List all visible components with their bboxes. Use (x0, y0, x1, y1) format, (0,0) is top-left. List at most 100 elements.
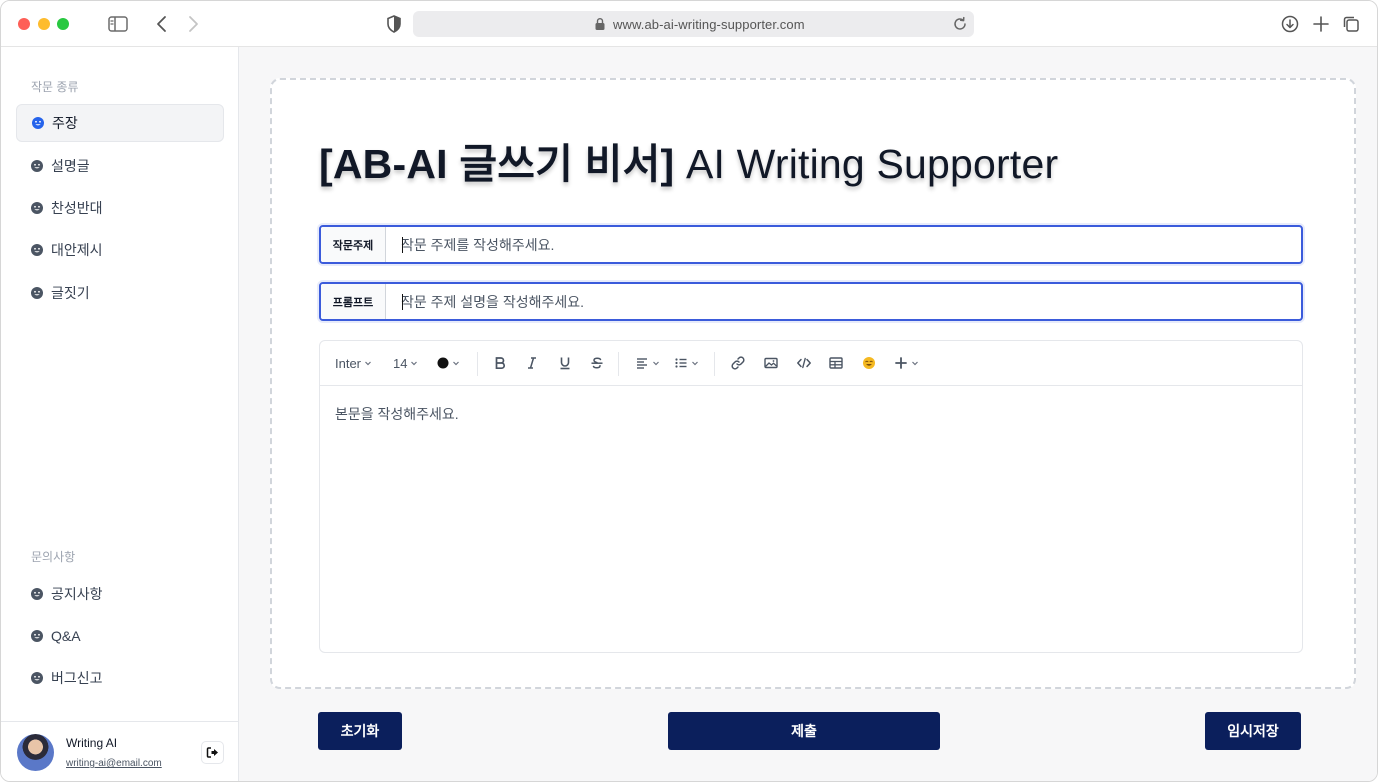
smiley-icon (31, 672, 43, 684)
sidebar-item-label: 공지사항 (51, 586, 103, 602)
lock-icon (595, 18, 605, 30)
profile-email[interactable]: writing-ai@email.com (66, 758, 162, 769)
privacy-shield-icon[interactable] (383, 13, 405, 35)
chevron-down-icon (365, 361, 371, 366)
chevron-down-icon (692, 361, 698, 366)
italic-button[interactable] (524, 353, 540, 373)
reload-icon[interactable] (950, 14, 970, 34)
emoji-icon (863, 357, 875, 369)
back-arrow-icon[interactable] (151, 13, 173, 35)
sidebar: 작문 종류 주장 설명글 찬성반대 대안제시 글짓기 문의사항 공지사항 Q&A… (1, 47, 239, 781)
section-label-writing-types: 작문 종류 (31, 80, 79, 94)
toolbar-divider (714, 352, 715, 376)
sidebar-item-argument[interactable]: 주장 (16, 104, 224, 142)
topic-label: 작문주제 (321, 227, 386, 262)
toolbar-divider (477, 352, 478, 376)
sidebar-item-explanation[interactable]: 설명글 (16, 147, 224, 185)
maximize-window-button[interactable] (57, 18, 69, 30)
sidebar-item-label: 설명글 (51, 158, 90, 174)
bold-icon (495, 357, 505, 370)
italic-icon (528, 357, 536, 369)
chevron-down-icon (653, 361, 659, 366)
prompt-input[interactable] (386, 284, 1301, 319)
smiley-icon (31, 244, 43, 256)
minimize-window-button[interactable] (38, 18, 50, 30)
tab-overview-icon[interactable] (1340, 13, 1362, 35)
avatar (17, 734, 54, 771)
address-bar[interactable]: www.ab-ai-writing-supporter.com (413, 11, 974, 37)
sidebar-toggle-icon[interactable] (107, 13, 129, 35)
strikethrough-button[interactable] (589, 353, 605, 373)
sidebar-item-label: Q&A (51, 628, 81, 644)
logout-button[interactable] (201, 741, 224, 764)
smiley-icon (31, 588, 43, 600)
rich-text-editor: Inter 14 본문을 작성해주세요. (319, 340, 1303, 653)
smiley-icon (32, 117, 44, 129)
url-text: www.ab-ai-writing-supporter.com (613, 17, 805, 32)
insert-link-button[interactable] (730, 353, 746, 373)
color-dot-icon (437, 357, 449, 369)
save-draft-button[interactable]: 임시저장 (1205, 712, 1301, 750)
plus-icon (895, 357, 907, 369)
topic-input[interactable] (386, 227, 1301, 262)
sidebar-item-alternative[interactable]: 대안제시 (16, 231, 224, 269)
insert-emoji-button[interactable] (861, 353, 877, 373)
sidebar-item-pros-cons[interactable]: 찬성반대 (16, 189, 224, 227)
user-profile: Writing AI writing-ai@email.com (1, 721, 239, 781)
font-family-value: Inter (335, 355, 362, 371)
sidebar-item-label: 대안제시 (51, 242, 103, 258)
link-icon (731, 356, 745, 370)
reset-button[interactable]: 초기화 (318, 712, 402, 750)
sidebar-item-bug-report[interactable]: 버그신고 (16, 659, 224, 697)
smiley-icon (31, 287, 43, 299)
chevron-down-icon (411, 361, 418, 366)
bold-button[interactable] (492, 353, 508, 373)
submit-button[interactable]: 제출 (668, 712, 940, 750)
chevron-down-icon (453, 361, 459, 366)
insert-code-button[interactable] (796, 353, 812, 373)
close-window-button[interactable] (18, 18, 30, 30)
writing-card: [AB-AI 글쓰기 비서] AI Writing Supporter 작문주제… (270, 78, 1356, 689)
font-size-select[interactable]: 14 (393, 353, 418, 373)
sidebar-item-notice[interactable]: 공지사항 (16, 575, 224, 613)
font-family-select[interactable]: Inter (335, 353, 372, 373)
list-select[interactable] (674, 353, 699, 373)
sidebar-item-composition[interactable]: 글짓기 (16, 274, 224, 312)
chevron-down-icon (912, 361, 918, 366)
text-color-select[interactable] (437, 353, 460, 373)
editor-body-placeholder[interactable]: 본문을 작성해주세요. (335, 404, 459, 424)
smiley-icon (31, 630, 43, 642)
sidebar-item-qna[interactable]: Q&A (16, 617, 224, 655)
text-caret (402, 294, 403, 310)
insert-table-button[interactable] (828, 353, 844, 373)
text-align-select[interactable] (635, 353, 660, 373)
sidebar-item-label: 글짓기 (51, 285, 90, 301)
strikethrough-icon (591, 357, 603, 369)
insert-more-button[interactable] (894, 353, 919, 373)
align-left-icon (637, 358, 647, 369)
browser-titlebar: www.ab-ai-writing-supporter.com (1, 1, 1377, 47)
main-content: [AB-AI 글쓰기 비서] AI Writing Supporter 작문주제… (239, 47, 1377, 781)
forward-arrow-icon[interactable] (182, 13, 204, 35)
table-icon (829, 357, 843, 369)
new-tab-plus-icon[interactable] (1310, 13, 1332, 35)
image-icon (764, 357, 778, 369)
section-label-support: 문의사항 (31, 550, 76, 564)
bullet-list-icon (675, 358, 687, 368)
code-icon (797, 357, 811, 369)
topic-field: 작문주제 (319, 225, 1303, 264)
editor-toolbar: Inter 14 (320, 341, 1302, 386)
profile-name: Writing AI (66, 736, 118, 750)
prompt-label: 프롬프트 (321, 284, 386, 319)
sidebar-item-label: 찬성반대 (51, 200, 103, 216)
page-title: [AB-AI 글쓰기 비서] AI Writing Supporter (319, 130, 1058, 190)
sidebar-item-label: 주장 (52, 115, 78, 131)
page-title-subtitle: AI Writing Supporter (685, 141, 1059, 187)
prompt-field: 프롬프트 (319, 282, 1303, 321)
smiley-icon (31, 160, 43, 172)
page-title-brand: [AB-AI 글쓰기 비서] (319, 141, 675, 187)
underline-button[interactable] (557, 353, 573, 373)
download-icon[interactable] (1279, 13, 1301, 35)
toolbar-divider (618, 352, 619, 376)
insert-image-button[interactable] (763, 353, 779, 373)
